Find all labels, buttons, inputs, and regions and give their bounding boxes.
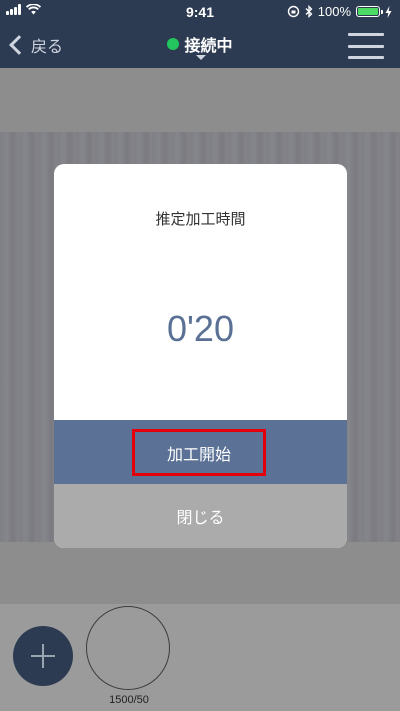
status-bar: 9:41 100% bbox=[0, 0, 400, 24]
add-button[interactable] bbox=[13, 626, 73, 686]
start-button-area: 加工開始 bbox=[54, 420, 347, 484]
status-right: 100% bbox=[287, 4, 392, 19]
background-toolbar-area bbox=[0, 68, 400, 132]
dialog-title: 推定加工時間 bbox=[155, 210, 246, 228]
battery-level-fill bbox=[358, 8, 378, 15]
charging-icon bbox=[385, 5, 392, 18]
estimated-time-dialog: 推定加工時間 0'20 加工開始 閉じる bbox=[54, 164, 347, 548]
bluetooth-icon bbox=[305, 5, 313, 18]
connection-status[interactable]: 接続中 bbox=[0, 32, 400, 56]
preset-label: 1500/50 bbox=[109, 694, 149, 706]
start-processing-button[interactable]: 加工開始 bbox=[132, 429, 266, 476]
connection-indicator-icon bbox=[167, 38, 180, 50]
background-panel bbox=[0, 542, 400, 604]
estimated-time-value: 0'20 bbox=[167, 308, 234, 349]
preset-circle-button[interactable] bbox=[86, 606, 170, 690]
hamburger-menu-icon[interactable] bbox=[348, 33, 384, 59]
chevron-down-icon[interactable] bbox=[196, 55, 206, 60]
connection-label: 接続中 bbox=[184, 36, 233, 55]
orientation-lock-icon bbox=[287, 5, 299, 18]
nav-bar: 戻る 接続中 bbox=[0, 24, 400, 68]
close-button[interactable]: 閉じる bbox=[54, 484, 347, 548]
battery-percent: 100% bbox=[317, 4, 351, 19]
battery-icon bbox=[356, 6, 383, 17]
